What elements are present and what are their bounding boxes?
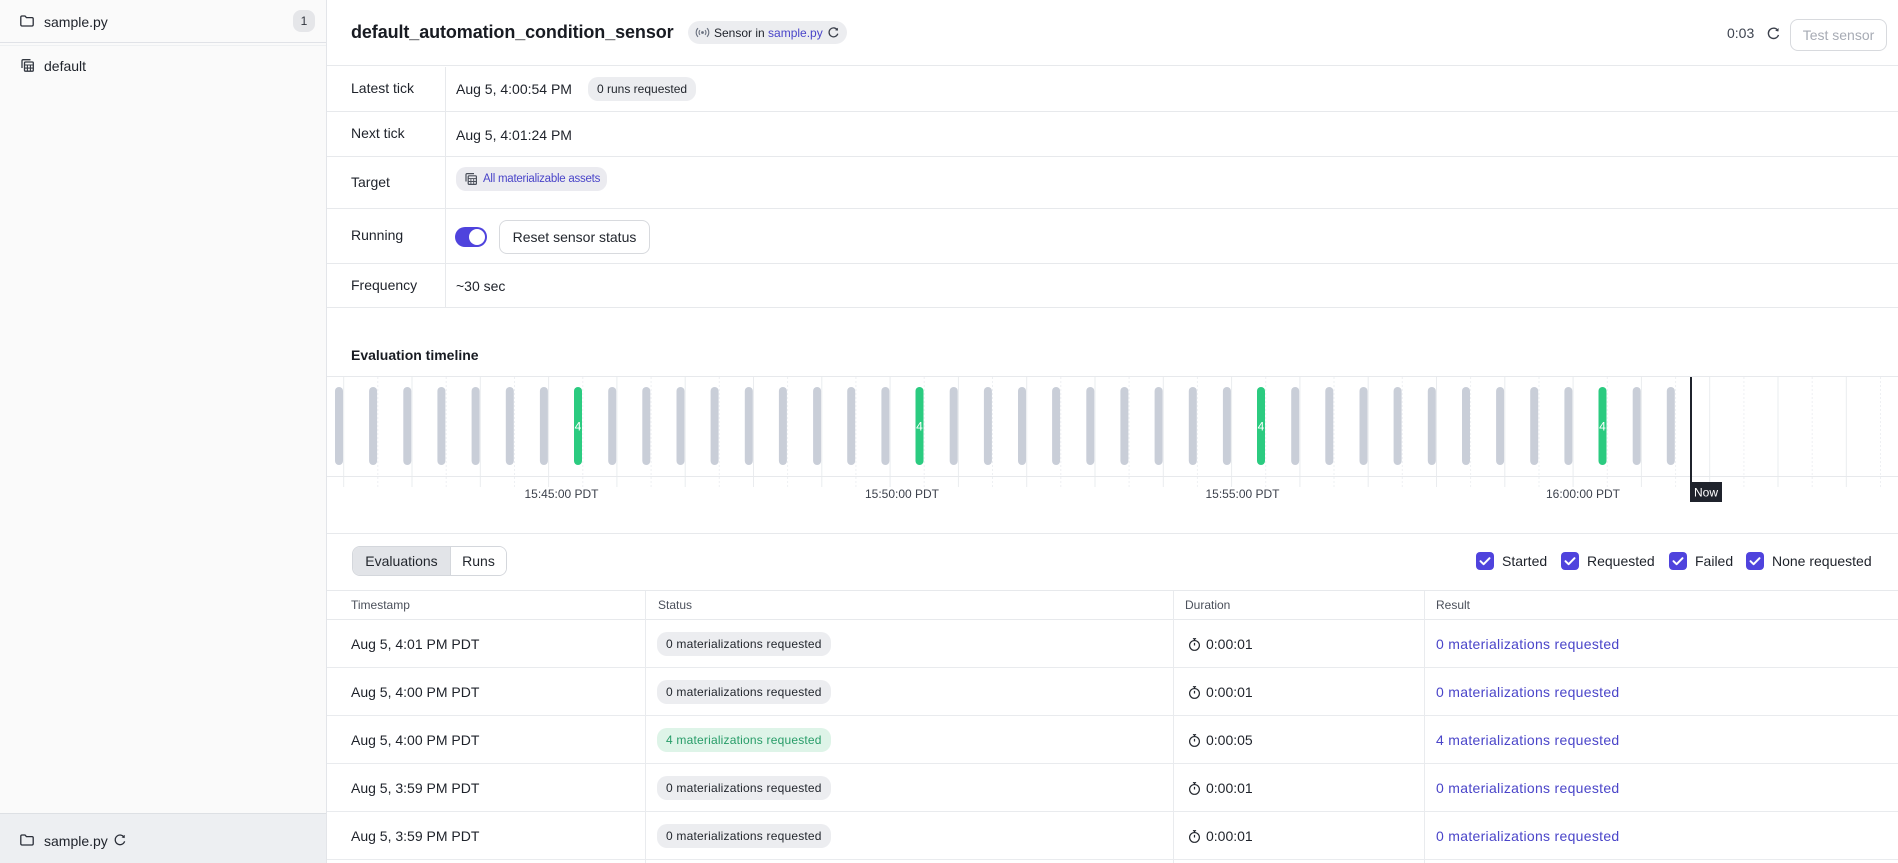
svg-text:4: 4 [1599,420,1606,434]
svg-text:4: 4 [916,420,923,434]
svg-text:4: 4 [1258,420,1265,434]
svg-text:15:55:00 PDT: 15:55:00 PDT [1205,487,1280,501]
svg-text:Now: Now [1694,486,1718,500]
svg-text:16:00:00 PDT: 16:00:00 PDT [1546,487,1621,501]
svg-text:4: 4 [575,420,582,434]
svg-text:15:45:00 PDT: 15:45:00 PDT [524,487,599,501]
svg-text:15:50:00 PDT: 15:50:00 PDT [865,487,940,501]
